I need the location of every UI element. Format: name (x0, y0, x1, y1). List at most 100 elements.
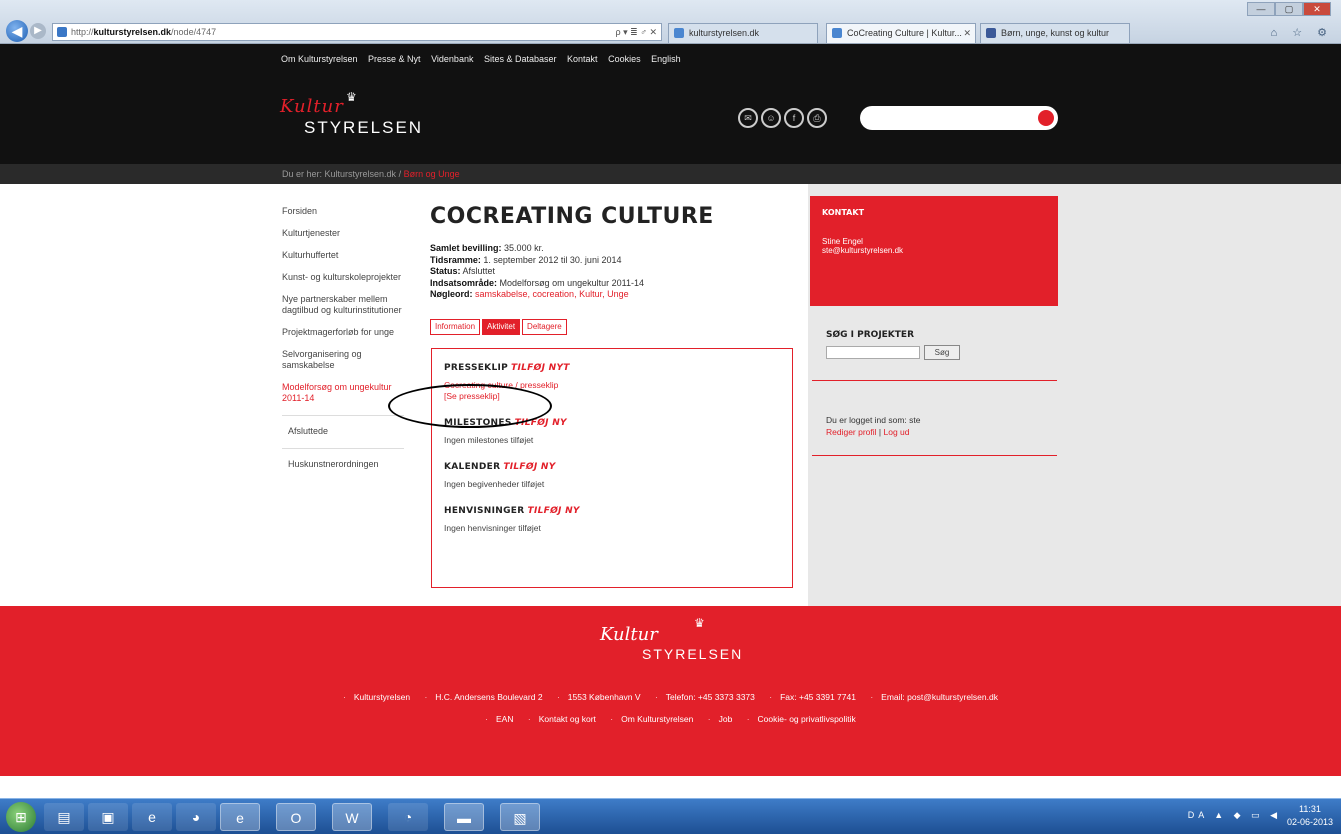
tab-aktivitet[interactable]: Aktivitet (482, 318, 521, 335)
footer-email[interactable]: Email: post@kulturstyrelsen.dk (870, 692, 998, 702)
windows-taskbar: ⊞ ▤ ▣ e ◕ e O W ◔ ▬ ▧ DA ▲ ◆ ▭ ◀ 11:31 0… (0, 798, 1341, 834)
facebook-share-icon[interactable]: f (784, 108, 804, 128)
topnav-kontakt[interactable]: Kontakt (567, 54, 598, 64)
leftnav-selvorganisering[interactable]: Selvorganisering og samskabelse (282, 349, 404, 371)
breadcrumb-current[interactable]: Børn og Unge (404, 169, 460, 179)
tidsramme-value: 1. september 2012 til 30. juni 2014 (483, 254, 622, 265)
contact-title: KONTAKT (822, 208, 865, 217)
taskbar-explorer-icon[interactable]: ▤ (44, 803, 84, 831)
browser-tab-kulturstyrelsen[interactable]: kulturstyrelsen.dk (668, 23, 818, 43)
minimize-button[interactable]: — (1247, 2, 1275, 16)
taskbar-paint-icon[interactable]: ▧ (500, 803, 540, 831)
noegle-label: Nøgleord: (430, 289, 473, 299)
logout-link[interactable]: Log ud (884, 427, 910, 437)
clock-time: 11:31 (1299, 804, 1321, 814)
crown-icon: ♛ (346, 90, 357, 104)
status-value: Afsluttet (462, 266, 496, 276)
project-tabs: Information Aktivitet Deltagere (430, 318, 795, 337)
footer-link-om[interactable]: Om Kulturstyrelsen (610, 714, 693, 724)
kalender-add-link[interactable]: TILFØJ NY (503, 462, 555, 472)
page-favicon-icon (57, 27, 67, 37)
taskbar-word-icon[interactable]: W (332, 803, 372, 831)
divider (812, 455, 1057, 456)
comment-share-icon[interactable]: ☺ (761, 108, 781, 128)
project-search-input[interactable] (826, 346, 920, 359)
address-bar[interactable]: http://kulturstyrelsen.dk/node/4747 ρ ▾ … (52, 23, 662, 41)
search-submit-icon[interactable] (1038, 110, 1054, 126)
clock[interactable]: 11:31 02-06-2013 (1287, 803, 1333, 829)
presseklip-title: PRESSEKLIP (444, 363, 509, 373)
footer-city: 1553 København V (557, 692, 641, 702)
henvisninger-add-link[interactable]: TILFØJ NY (528, 506, 580, 516)
leftnav-modelforsoeg[interactable]: Modelforsøg om ungekultur 2011-14 (282, 382, 404, 404)
tab-deltagere[interactable]: Deltagere (522, 318, 567, 335)
maximize-button[interactable]: ▢ (1275, 2, 1303, 16)
start-button[interactable]: ⊞ (6, 802, 36, 832)
taskbar-window-icon[interactable]: ▬ (444, 803, 484, 831)
footer-link-job[interactable]: Job (708, 714, 733, 724)
breadcrumb-bar: Du er her: Kulturstyrelsen.dk / Børn og … (0, 164, 1341, 184)
annotation-oval (388, 384, 552, 428)
topnav-cookies[interactable]: Cookies (608, 54, 641, 64)
tab-close-icon[interactable]: ✕ (963, 24, 971, 42)
taskbar-ie-active-icon[interactable]: e (220, 803, 260, 831)
leftnav-forsiden[interactable]: Forsiden (282, 206, 404, 217)
forward-button[interactable]: ▶ (30, 23, 46, 39)
topnav-om[interactable]: Om Kulturstyrelsen (281, 54, 358, 64)
leftnav-kulturtjenester[interactable]: Kulturtjenester (282, 228, 404, 239)
tab-information[interactable]: Information (430, 318, 481, 335)
kalender-heading: KALENDER TILFØJ NY (444, 462, 780, 472)
leftnav-partnerskaber[interactable]: Nye partnerskaber mellem dagtilbud og ku… (282, 294, 404, 316)
project-search-title: SØG I PROJEKTER (826, 330, 915, 340)
footer-link-ean[interactable]: EAN (485, 714, 513, 724)
presseklip-add-link[interactable]: TILFØJ NYT (511, 363, 570, 373)
taskbar-chrome-icon[interactable]: ◕ (176, 803, 216, 831)
footer-contact-row: Kulturstyrelsen H.C. Andersens Boulevard… (0, 692, 1341, 702)
breadcrumb-home[interactable]: Du er her: Kulturstyrelsen.dk (282, 169, 396, 179)
browser-tab-boern-unge[interactable]: Børn, unge, kunst og kultur (980, 23, 1130, 43)
contact-email[interactable]: ste@kulturstyrelsen.dk (822, 246, 1046, 255)
indsats-label: Indsatsområde: (430, 277, 498, 288)
print-icon[interactable]: ⎙ (807, 108, 827, 128)
back-button[interactable]: ◀ (6, 20, 28, 42)
topnav-sites[interactable]: Sites & Databaser (484, 54, 557, 64)
edit-profile-link[interactable]: Rediger profil (826, 427, 877, 437)
browser-tab-cocreating[interactable]: CoCreating Culture | Kultur... ✕ (826, 23, 976, 43)
footer-phone: Telefon: +45 3373 3373 (655, 692, 755, 702)
kalender-body: Ingen begivenheder tilføjet (444, 479, 545, 489)
email-share-icon[interactable]: ✉ (738, 108, 758, 128)
close-window-button[interactable]: ✕ (1303, 2, 1331, 16)
taskbar-ie-icon[interactable]: e (132, 803, 172, 831)
topnav-videnbank[interactable]: Videnbank (431, 54, 473, 64)
presseklip-heading: PRESSEKLIP TILFØJ NYT (444, 363, 780, 373)
browser-toolbar-icons[interactable]: ⌂ ☆ ⚙ (1271, 26, 1333, 39)
footer-link-cookie[interactable]: Cookie- og privatlivspolitik (747, 714, 856, 724)
leftnav-kulturhuffertet[interactable]: Kulturhuffertet (282, 250, 404, 261)
footer-logo[interactable]: Kultur ♛ STYRELSEN (600, 616, 741, 676)
leftnav-projektmager[interactable]: Projektmagerforløb for unge (282, 327, 404, 338)
taskbar-outlook-icon[interactable]: O (276, 803, 316, 831)
topnav-presse[interactable]: Presse & Nyt (368, 54, 421, 64)
taskbar-media-icon[interactable]: ▣ (88, 803, 128, 831)
project-search-button[interactable]: Søg (924, 345, 960, 360)
system-tray[interactable]: DA ▲ ◆ ▭ ◀ (1188, 810, 1281, 821)
site-search-input[interactable] (860, 106, 1058, 130)
topnav-english[interactable]: English (651, 54, 681, 64)
breadcrumb-separator: / (398, 169, 402, 179)
taskbar-app-icon[interactable]: ◔ (388, 803, 428, 831)
tab-label: Børn, unge, kunst og kultur (1001, 28, 1110, 38)
leftnav-afsluttede[interactable]: Afsluttede (282, 415, 404, 437)
noegle-value[interactable]: samskabelse, cocreation, Kultur, Unge (475, 289, 629, 299)
bevilling-value: 35.000 kr. (504, 243, 544, 253)
tab-favicon-icon (986, 28, 996, 38)
footer-address: H.C. Andersens Boulevard 2 (424, 692, 542, 702)
henvisninger-heading: HENVISNINGER TILFØJ NY (444, 506, 780, 516)
site-logo[interactable]: Kultur ♛ STYRELSEN (280, 90, 421, 146)
footer-link-kontakt[interactable]: Kontakt og kort (528, 714, 596, 724)
leftnav-kunst-kulturskole[interactable]: Kunst- og kulturskoleprojekter (282, 272, 404, 283)
contact-name: Stine Engel (822, 237, 863, 246)
tab-favicon-icon (674, 28, 684, 38)
address-domain: kulturstyrelsen.dk (93, 27, 172, 37)
address-tools[interactable]: ρ ▾ ≣ ♂ ✕ (616, 24, 657, 40)
leftnav-huskunstner[interactable]: Huskunstnerordningen (282, 448, 404, 470)
